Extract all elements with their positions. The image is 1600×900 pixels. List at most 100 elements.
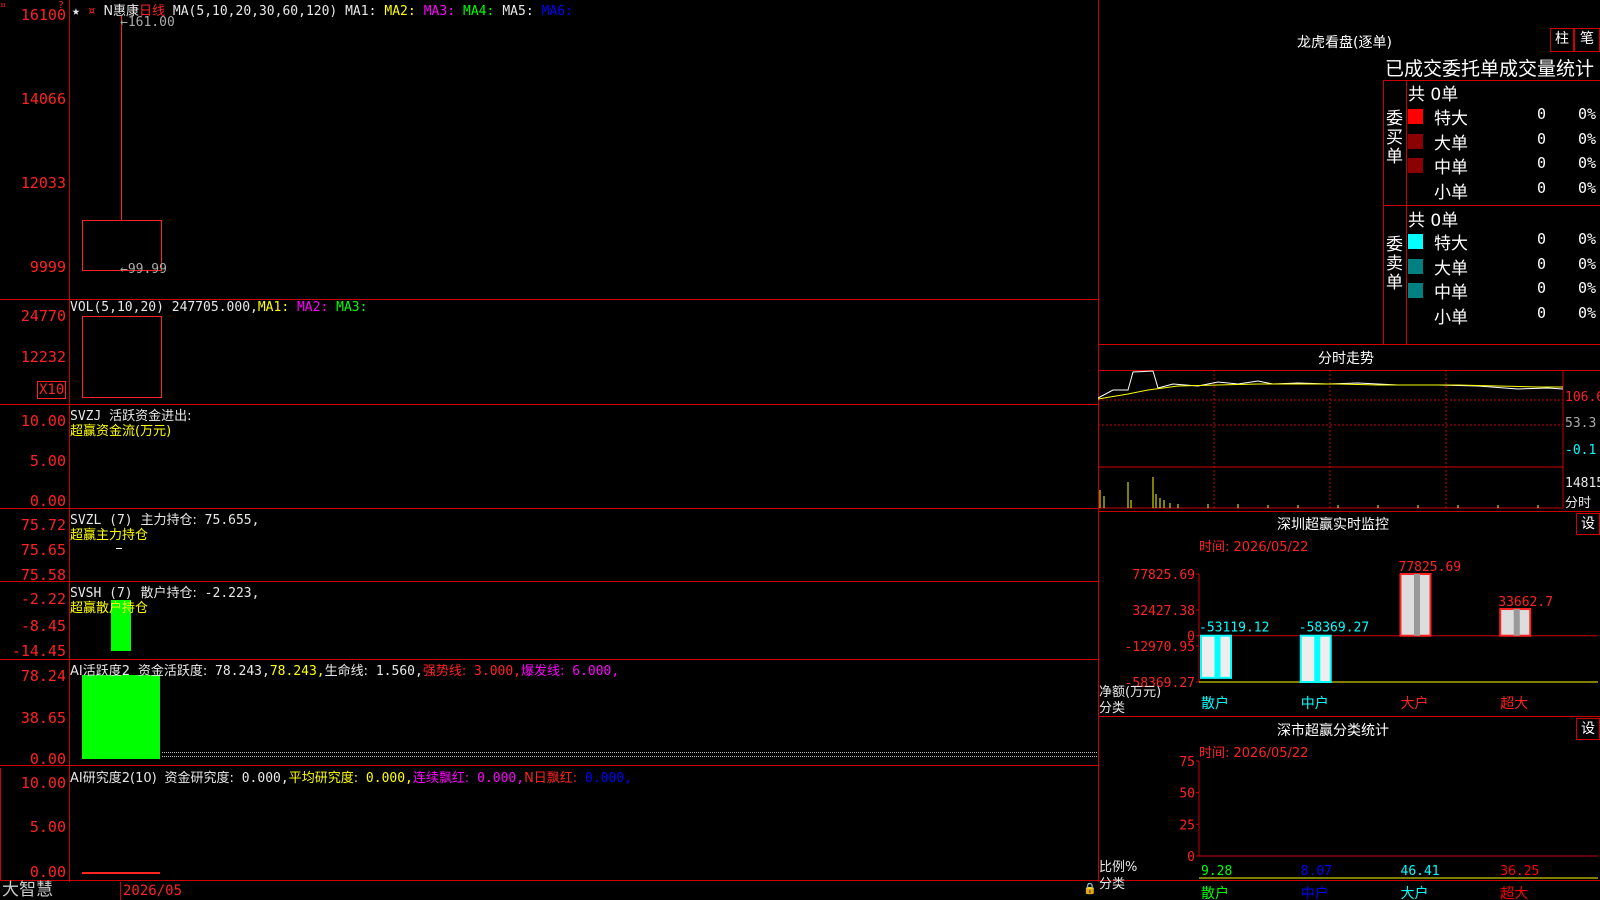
order-percent: 0% bbox=[1578, 129, 1597, 148]
order-percent: 0% bbox=[1578, 178, 1597, 197]
y-tick: 25 bbox=[1179, 818, 1195, 833]
classify-settings-button[interactable]: 设 bbox=[1576, 718, 1600, 740]
intraday-chart[interactable] bbox=[1098, 370, 1598, 510]
indicator-value: 0.000, bbox=[477, 771, 525, 786]
order-size-label: 小单 bbox=[1434, 182, 1468, 203]
y-tick: 9999 bbox=[29, 258, 66, 276]
category-label: 超大 bbox=[1500, 696, 1528, 712]
y-tick: 0.00 bbox=[29, 750, 66, 768]
chart-x-label: 分类 bbox=[1099, 701, 1126, 716]
order-size-label: 大单 bbox=[1434, 258, 1468, 279]
order-percent: 0% bbox=[1578, 105, 1597, 123]
order-percent: 0% bbox=[1578, 303, 1597, 322]
bar bbox=[1399, 573, 1432, 637]
buy-total: 共 0单 bbox=[1408, 85, 1459, 105]
bar-mode-button[interactable]: 柱 bbox=[1550, 28, 1574, 52]
intraday-scale: -0.1 bbox=[1565, 443, 1597, 458]
intraday-title: 分时走势 bbox=[1318, 351, 1374, 367]
sell-row: 小单 0 0% bbox=[1408, 303, 1598, 328]
y-tick: 0.00 bbox=[29, 863, 66, 881]
monitor-settings-button[interactable]: 设 bbox=[1576, 513, 1600, 535]
ma-legend-item: MA2: bbox=[384, 4, 416, 19]
volume-bar[interactable] bbox=[82, 316, 162, 398]
category-label: 大户 bbox=[1401, 695, 1429, 712]
category-label: 超大 bbox=[1500, 886, 1528, 900]
order-percent: 0% bbox=[1578, 279, 1597, 297]
ma-legend-item: MA6: bbox=[541, 4, 573, 19]
sell-orders-label: 委卖单 bbox=[1386, 235, 1403, 293]
y-tick: 5.00 bbox=[29, 818, 66, 836]
ai-research-header: AI研究度2(10) 资金研究度: 0.000,平均研究度: 0.000,连续飘… bbox=[70, 767, 632, 786]
y-tick: 24770 bbox=[20, 307, 66, 325]
sell-row: 中单 0 0% bbox=[1408, 278, 1598, 303]
intraday-scale: 53.3 bbox=[1565, 416, 1597, 431]
classify-bar-chart[interactable]: 75 50 25 0 9.28 散户 8.07 中户 46.41 大户 36.25 超大 bbox=[1098, 750, 1600, 900]
category-label: 大户 bbox=[1401, 885, 1429, 900]
y-tick: 78.24 bbox=[20, 667, 66, 685]
indicator-title: 爆发线: bbox=[521, 664, 565, 679]
strong-line bbox=[162, 756, 1097, 757]
legend-swatch bbox=[1408, 283, 1423, 298]
classify-title: 深市超赢分类统计 bbox=[1277, 723, 1389, 739]
divider bbox=[1406, 80, 1407, 344]
volume-label: VOL(5,10,20) bbox=[70, 300, 164, 315]
indicator-title: 连续飘红: bbox=[412, 771, 470, 786]
bar-value-label: -58369.27 bbox=[1299, 621, 1369, 636]
bar bbox=[1299, 634, 1332, 684]
volume-ma3: MA3: bbox=[336, 300, 368, 315]
buy-row: 特大 0 0% bbox=[1408, 104, 1598, 129]
bar-value-label: 33662.7 bbox=[1498, 595, 1553, 610]
ma-legend: MA1: MA2: MA3: MA4: MA5: MA6: bbox=[345, 4, 581, 19]
y-tick: 38.65 bbox=[20, 709, 66, 727]
indicator-value: 1.560, bbox=[375, 664, 423, 679]
order-count: 0 bbox=[1537, 154, 1547, 172]
legend-swatch bbox=[1408, 158, 1423, 173]
activity-bar[interactable] bbox=[82, 675, 160, 759]
volume-ma1: MA1: bbox=[257, 300, 290, 315]
bar-value-label: 36.25 bbox=[1500, 864, 1539, 879]
indicator-value: 0.000, bbox=[365, 771, 413, 786]
order-count: 0 bbox=[1537, 279, 1547, 297]
monitor-title: 深圳超赢实时监控 bbox=[1277, 517, 1389, 533]
indicator-subtitle: 超赢散户持仓 bbox=[70, 601, 149, 616]
indicator-value: 0.000, bbox=[585, 771, 632, 786]
order-count: 0 bbox=[1537, 254, 1547, 273]
sell-row: 大单 0 0% bbox=[1408, 254, 1598, 279]
monitor-bar-chart[interactable]: 77825.6932427.380-12970.95-58369.27-5311… bbox=[1098, 550, 1600, 720]
indicator-value: 6.000, bbox=[572, 664, 620, 679]
research-bar[interactable] bbox=[82, 872, 160, 874]
indicator-title: 强势线: bbox=[422, 664, 467, 679]
legend-swatch bbox=[1408, 109, 1423, 124]
y-tick: 75.65 bbox=[20, 541, 66, 559]
y-tick: 10.00 bbox=[20, 774, 66, 792]
bar bbox=[1499, 608, 1532, 637]
order-size-label: 特大 bbox=[1434, 234, 1468, 254]
y-tick: 12232 bbox=[20, 348, 66, 366]
y-tick: 0 bbox=[1187, 850, 1195, 865]
bar bbox=[1200, 634, 1232, 679]
candle-wick bbox=[121, 16, 122, 220]
intraday-scale: 14815 bbox=[1565, 476, 1600, 491]
ma-label: MA(5,10,20,30,60,120) bbox=[172, 4, 338, 19]
low-price-label: ←99.99 bbox=[120, 262, 167, 277]
favorite-star-icon[interactable]: ★ bbox=[72, 4, 80, 19]
order-count: 0 bbox=[1537, 230, 1547, 248]
y-tick: 14066 bbox=[20, 90, 66, 108]
tick-mode-button[interactable]: 笔 bbox=[1574, 28, 1600, 52]
y-tick: -2.22 bbox=[20, 590, 66, 608]
indicator-title: 平均研究度: bbox=[288, 771, 359, 786]
y-tick: 5.00 bbox=[29, 452, 66, 470]
indicator-value: 3.000, bbox=[474, 664, 522, 679]
order-count: 0 bbox=[1537, 105, 1547, 123]
indicator-title: N日飘红: bbox=[524, 771, 578, 786]
y-tick: 75.58 bbox=[20, 566, 66, 584]
lock-icon[interactable]: 🔒 bbox=[1083, 882, 1097, 895]
volume-unit-badge: X10 bbox=[37, 381, 67, 399]
life-line bbox=[162, 752, 1097, 753]
order-size-label: 特大 bbox=[1434, 109, 1468, 129]
indicator-value: 78.243, bbox=[269, 664, 325, 679]
stock-flag-icon: ¤ bbox=[87, 4, 96, 19]
legend-swatch bbox=[1408, 234, 1423, 249]
indicator-title: 生命线: bbox=[324, 664, 369, 679]
buy-row: 大单 0 0% bbox=[1408, 129, 1598, 154]
